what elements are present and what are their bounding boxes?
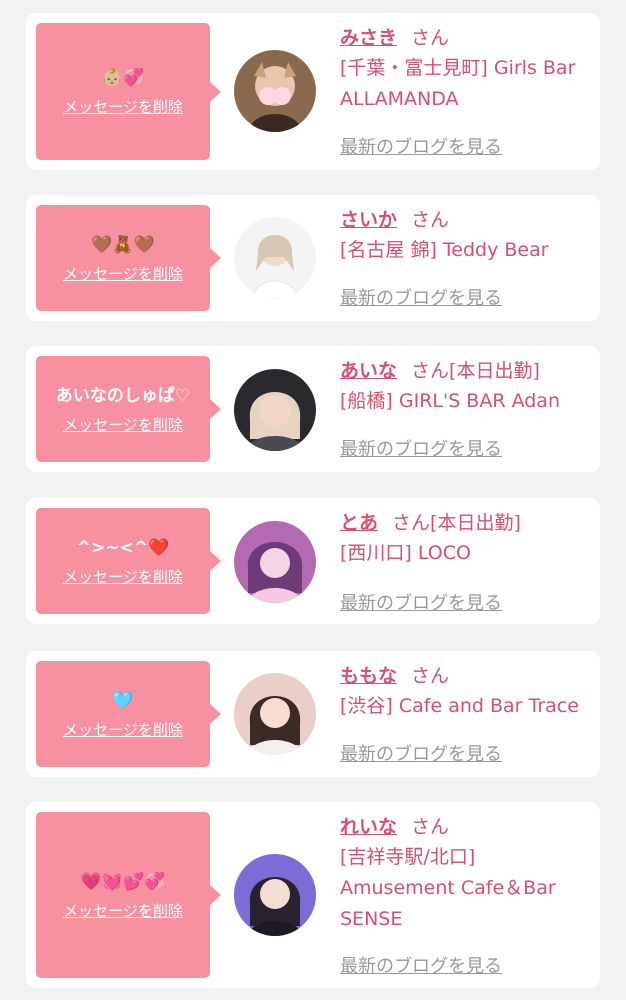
avatar[interactable]	[234, 369, 316, 451]
view-blog-link[interactable]: 最新のブログを見る	[340, 133, 502, 159]
shop-name: [渋谷] Cafe and Bar Trace	[340, 695, 579, 717]
view-blog-link[interactable]: 最新のブログを見る	[340, 952, 502, 978]
message-text: 🩵	[112, 690, 134, 711]
avatar[interactable]	[234, 217, 316, 299]
message-bubble: 👶🏼💞 メッセージを削除	[36, 23, 221, 160]
shop-name: [西川口] LOCO	[340, 542, 471, 564]
avatar[interactable]	[234, 521, 316, 603]
avatar[interactable]	[234, 50, 316, 132]
shop-name: [吉祥寺駅/北口] Amusement Cafe＆Bar SENSE	[340, 846, 556, 930]
cast-name-link[interactable]: ももな	[340, 665, 397, 687]
honorific: さん	[411, 360, 450, 382]
list-item: あいなのしゅぱ♡ メッセージを削除 あいな さん[本日出勤] [船橋] GIRL'…	[26, 346, 600, 472]
delete-message-link[interactable]: メッセージを削除	[63, 96, 183, 117]
cast-name-link[interactable]: みさき	[340, 27, 397, 49]
message-list: 👶🏼💞 メッセージを削除 みさき さん [千葉・富士見町] Girls Bar A…	[0, 0, 626, 1000]
view-blog-link[interactable]: 最新のブログを見る	[340, 435, 502, 461]
message-text: ^>~<^❤️	[76, 537, 170, 558]
shop-name: [千葉・富士見町] Girls Bar ALLAMANDA	[340, 57, 576, 110]
honorific: さん	[392, 512, 431, 534]
message-bubble: 🩵 メッセージを削除	[36, 661, 221, 767]
cast-name-link[interactable]: とあ	[340, 512, 378, 534]
avatar-photo-icon	[234, 854, 316, 936]
avatar-photo-icon	[234, 217, 316, 299]
list-item: 🤎🧸🤎 メッセージを削除 さいか さん [名古屋 錦] Teddy Bear 最新…	[26, 195, 600, 321]
list-item: 🩵 メッセージを削除 ももな さん [渋谷] Cafe and Bar Trace…	[26, 651, 600, 777]
avatar-photo-icon	[234, 521, 316, 603]
delete-message-link[interactable]: メッセージを削除	[63, 900, 183, 921]
avatar[interactable]	[234, 673, 316, 755]
avatar-photo-icon	[234, 673, 316, 755]
message-bubble: あいなのしゅぱ♡ メッセージを削除	[36, 356, 221, 462]
cast-name-link[interactable]: あいな	[340, 360, 397, 382]
honorific: さん	[411, 27, 450, 49]
honorific: さん	[411, 665, 450, 687]
avatar[interactable]	[234, 854, 316, 936]
shop-name: [船橋] GIRL'S BAR Adan	[340, 390, 560, 412]
view-blog-link[interactable]: 最新のブログを見る	[340, 589, 502, 615]
message-bubble: 💗💓💕💞 メッセージを削除	[36, 812, 221, 978]
cast-name-link[interactable]: さいか	[340, 209, 397, 231]
entry-info: ももな さん [渋谷] Cafe and Bar Trace	[340, 661, 592, 722]
view-blog-link[interactable]: 最新のブログを見る	[340, 284, 502, 310]
entry-info: みさき さん [千葉・富士見町] Girls Bar ALLAMANDA	[340, 23, 592, 115]
message-bubble: ^>~<^❤️ メッセージを削除	[36, 508, 221, 614]
message-text: 👶🏼💞	[101, 68, 145, 88]
honorific: さん	[411, 209, 450, 231]
delete-message-link[interactable]: メッセージを削除	[63, 719, 183, 740]
delete-message-link[interactable]: メッセージを削除	[63, 566, 183, 587]
message-text: あいなのしゅぱ♡	[55, 385, 191, 406]
entry-info: とあ さん[本日出勤] [西川口] LOCO	[340, 508, 592, 569]
honorific: さん	[411, 816, 450, 838]
cast-name-link[interactable]: れいな	[340, 816, 397, 838]
shop-name: [名古屋 錦] Teddy Bear	[340, 239, 549, 261]
entry-info: あいな さん[本日出勤] [船橋] GIRL'S BAR Adan	[340, 356, 592, 417]
list-item: ^>~<^❤️ メッセージを削除 とあ さん[本日出勤] [西川口] LOCO 最…	[26, 498, 600, 624]
list-item: 💗💓💕💞 メッセージを削除 れいな さん [吉祥寺駅/北口] Amusement …	[26, 802, 600, 988]
avatar-photo-icon	[234, 50, 316, 132]
attendance-status: [本日出勤]	[430, 512, 521, 534]
message-text: 💗💓💕💞	[80, 871, 166, 892]
message-bubble: 🤎🧸🤎 メッセージを削除	[36, 205, 221, 311]
entry-info: れいな さん [吉祥寺駅/北口] Amusement Cafe＆Bar SENSE	[340, 812, 570, 935]
delete-message-link[interactable]: メッセージを削除	[63, 414, 183, 435]
message-text: 🤎🧸🤎	[91, 234, 155, 255]
avatar-photo-icon	[234, 369, 316, 451]
attendance-status: [本日出勤]	[449, 360, 540, 382]
entry-info: さいか さん [名古屋 錦] Teddy Bear	[340, 205, 592, 266]
list-item: 👶🏼💞 メッセージを削除 みさき さん [千葉・富士見町] Girls Bar A…	[26, 13, 600, 170]
view-blog-link[interactable]: 最新のブログを見る	[340, 740, 502, 766]
delete-message-link[interactable]: メッセージを削除	[63, 263, 183, 284]
